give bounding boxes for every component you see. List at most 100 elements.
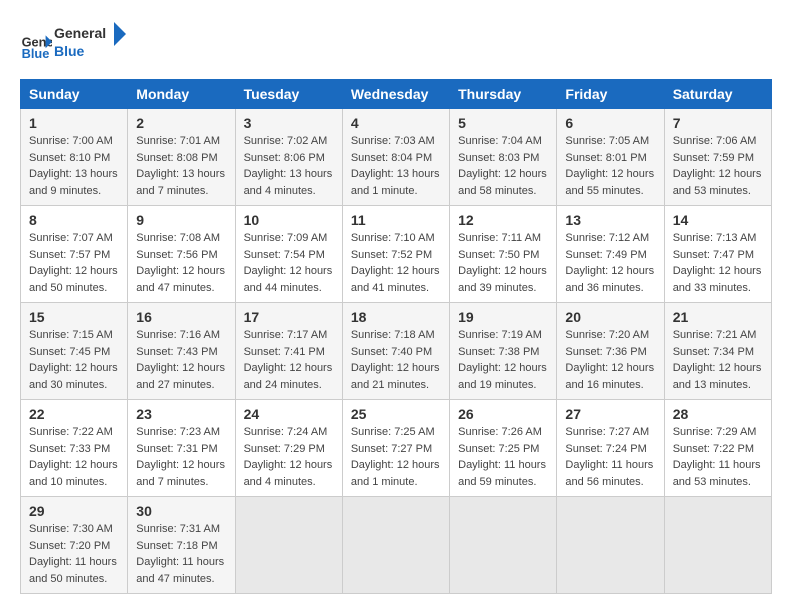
day-number: 14 bbox=[673, 212, 763, 228]
calendar-cell: 23 Sunrise: 7:23 AMSunset: 7:31 PMDaylig… bbox=[128, 400, 235, 497]
day-info: Sunrise: 7:15 AMSunset: 7:45 PMDaylight:… bbox=[29, 329, 118, 391]
day-info: Sunrise: 7:30 AMSunset: 7:20 PMDaylight:… bbox=[29, 523, 117, 585]
page-header: General Blue General Blue bbox=[20, 20, 772, 69]
col-header-monday: Monday bbox=[128, 80, 235, 109]
calendar-cell: 9 Sunrise: 7:08 AMSunset: 7:56 PMDayligh… bbox=[128, 206, 235, 303]
calendar-cell: 30 Sunrise: 7:31 AMSunset: 7:18 PMDaylig… bbox=[128, 497, 235, 594]
calendar-cell: 16 Sunrise: 7:16 AMSunset: 7:43 PMDaylig… bbox=[128, 303, 235, 400]
calendar-cell: 6 Sunrise: 7:05 AMSunset: 8:01 PMDayligh… bbox=[557, 109, 664, 206]
calendar-cell: 28 Sunrise: 7:29 AMSunset: 7:22 PMDaylig… bbox=[664, 400, 771, 497]
day-info: Sunrise: 7:06 AMSunset: 7:59 PMDaylight:… bbox=[673, 135, 762, 197]
calendar-cell: 12 Sunrise: 7:11 AMSunset: 7:50 PMDaylig… bbox=[450, 206, 557, 303]
day-number: 7 bbox=[673, 115, 763, 131]
day-number: 11 bbox=[351, 212, 441, 228]
day-number: 12 bbox=[458, 212, 548, 228]
calendar-cell: 1 Sunrise: 7:00 AMSunset: 8:10 PMDayligh… bbox=[21, 109, 128, 206]
day-info: Sunrise: 7:09 AMSunset: 7:54 PMDaylight:… bbox=[244, 232, 333, 294]
day-number: 29 bbox=[29, 503, 119, 519]
calendar-cell bbox=[450, 497, 557, 594]
calendar-week-4: 22 Sunrise: 7:22 AMSunset: 7:33 PMDaylig… bbox=[21, 400, 772, 497]
day-number: 16 bbox=[136, 309, 226, 325]
day-number: 2 bbox=[136, 115, 226, 131]
col-header-tuesday: Tuesday bbox=[235, 80, 342, 109]
day-info: Sunrise: 7:12 AMSunset: 7:49 PMDaylight:… bbox=[565, 232, 654, 294]
logo: General Blue General Blue bbox=[20, 20, 134, 69]
day-info: Sunrise: 7:04 AMSunset: 8:03 PMDaylight:… bbox=[458, 135, 547, 197]
day-number: 5 bbox=[458, 115, 548, 131]
day-info: Sunrise: 7:25 AMSunset: 7:27 PMDaylight:… bbox=[351, 426, 440, 488]
calendar-cell bbox=[342, 497, 449, 594]
calendar-week-3: 15 Sunrise: 7:15 AMSunset: 7:45 PMDaylig… bbox=[21, 303, 772, 400]
day-number: 26 bbox=[458, 406, 548, 422]
day-info: Sunrise: 7:13 AMSunset: 7:47 PMDaylight:… bbox=[673, 232, 762, 294]
calendar-cell: 13 Sunrise: 7:12 AMSunset: 7:49 PMDaylig… bbox=[557, 206, 664, 303]
day-number: 19 bbox=[458, 309, 548, 325]
calendar-cell: 26 Sunrise: 7:26 AMSunset: 7:25 PMDaylig… bbox=[450, 400, 557, 497]
general-blue-logo: General Blue bbox=[54, 20, 134, 64]
day-info: Sunrise: 7:18 AMSunset: 7:40 PMDaylight:… bbox=[351, 329, 440, 391]
day-info: Sunrise: 7:22 AMSunset: 7:33 PMDaylight:… bbox=[29, 426, 118, 488]
col-header-saturday: Saturday bbox=[664, 80, 771, 109]
day-number: 18 bbox=[351, 309, 441, 325]
col-header-thursday: Thursday bbox=[450, 80, 557, 109]
day-number: 15 bbox=[29, 309, 119, 325]
day-number: 22 bbox=[29, 406, 119, 422]
logo-icon: General Blue bbox=[20, 29, 52, 61]
day-number: 6 bbox=[565, 115, 655, 131]
day-info: Sunrise: 7:23 AMSunset: 7:31 PMDaylight:… bbox=[136, 426, 225, 488]
day-number: 1 bbox=[29, 115, 119, 131]
day-number: 3 bbox=[244, 115, 334, 131]
col-header-friday: Friday bbox=[557, 80, 664, 109]
calendar-cell: 29 Sunrise: 7:30 AMSunset: 7:20 PMDaylig… bbox=[21, 497, 128, 594]
calendar-table: SundayMondayTuesdayWednesdayThursdayFrid… bbox=[20, 79, 772, 594]
calendar-header-row: SundayMondayTuesdayWednesdayThursdayFrid… bbox=[21, 80, 772, 109]
day-info: Sunrise: 7:17 AMSunset: 7:41 PMDaylight:… bbox=[244, 329, 333, 391]
svg-text:Blue: Blue bbox=[22, 45, 50, 60]
calendar-cell: 22 Sunrise: 7:22 AMSunset: 7:33 PMDaylig… bbox=[21, 400, 128, 497]
calendar-week-2: 8 Sunrise: 7:07 AMSunset: 7:57 PMDayligh… bbox=[21, 206, 772, 303]
calendar-cell: 21 Sunrise: 7:21 AMSunset: 7:34 PMDaylig… bbox=[664, 303, 771, 400]
calendar-cell: 18 Sunrise: 7:18 AMSunset: 7:40 PMDaylig… bbox=[342, 303, 449, 400]
day-info: Sunrise: 7:11 AMSunset: 7:50 PMDaylight:… bbox=[458, 232, 547, 294]
calendar-cell: 24 Sunrise: 7:24 AMSunset: 7:29 PMDaylig… bbox=[235, 400, 342, 497]
calendar-cell: 20 Sunrise: 7:20 AMSunset: 7:36 PMDaylig… bbox=[557, 303, 664, 400]
day-number: 25 bbox=[351, 406, 441, 422]
calendar-week-5: 29 Sunrise: 7:30 AMSunset: 7:20 PMDaylig… bbox=[21, 497, 772, 594]
day-number: 9 bbox=[136, 212, 226, 228]
day-number: 4 bbox=[351, 115, 441, 131]
day-number: 28 bbox=[673, 406, 763, 422]
day-number: 8 bbox=[29, 212, 119, 228]
calendar-cell bbox=[664, 497, 771, 594]
calendar-cell: 19 Sunrise: 7:19 AMSunset: 7:38 PMDaylig… bbox=[450, 303, 557, 400]
day-number: 30 bbox=[136, 503, 226, 519]
day-info: Sunrise: 7:21 AMSunset: 7:34 PMDaylight:… bbox=[673, 329, 762, 391]
calendar-cell: 14 Sunrise: 7:13 AMSunset: 7:47 PMDaylig… bbox=[664, 206, 771, 303]
day-number: 13 bbox=[565, 212, 655, 228]
svg-text:Blue: Blue bbox=[54, 43, 85, 59]
day-info: Sunrise: 7:16 AMSunset: 7:43 PMDaylight:… bbox=[136, 329, 225, 391]
day-number: 27 bbox=[565, 406, 655, 422]
calendar-cell: 17 Sunrise: 7:17 AMSunset: 7:41 PMDaylig… bbox=[235, 303, 342, 400]
day-info: Sunrise: 7:26 AMSunset: 7:25 PMDaylight:… bbox=[458, 426, 546, 488]
day-info: Sunrise: 7:05 AMSunset: 8:01 PMDaylight:… bbox=[565, 135, 654, 197]
calendar-cell: 15 Sunrise: 7:15 AMSunset: 7:45 PMDaylig… bbox=[21, 303, 128, 400]
day-info: Sunrise: 7:08 AMSunset: 7:56 PMDaylight:… bbox=[136, 232, 225, 294]
calendar-cell: 8 Sunrise: 7:07 AMSunset: 7:57 PMDayligh… bbox=[21, 206, 128, 303]
day-info: Sunrise: 7:03 AMSunset: 8:04 PMDaylight:… bbox=[351, 135, 440, 197]
day-info: Sunrise: 7:24 AMSunset: 7:29 PMDaylight:… bbox=[244, 426, 333, 488]
day-info: Sunrise: 7:31 AMSunset: 7:18 PMDaylight:… bbox=[136, 523, 224, 585]
day-number: 21 bbox=[673, 309, 763, 325]
calendar-cell: 5 Sunrise: 7:04 AMSunset: 8:03 PMDayligh… bbox=[450, 109, 557, 206]
day-info: Sunrise: 7:07 AMSunset: 7:57 PMDaylight:… bbox=[29, 232, 118, 294]
day-info: Sunrise: 7:27 AMSunset: 7:24 PMDaylight:… bbox=[565, 426, 653, 488]
calendar-cell bbox=[235, 497, 342, 594]
calendar-cell bbox=[557, 497, 664, 594]
calendar-cell: 27 Sunrise: 7:27 AMSunset: 7:24 PMDaylig… bbox=[557, 400, 664, 497]
day-info: Sunrise: 7:19 AMSunset: 7:38 PMDaylight:… bbox=[458, 329, 547, 391]
svg-text:General: General bbox=[54, 25, 106, 41]
day-number: 20 bbox=[565, 309, 655, 325]
day-info: Sunrise: 7:00 AMSunset: 8:10 PMDaylight:… bbox=[29, 135, 118, 197]
calendar-cell: 2 Sunrise: 7:01 AMSunset: 8:08 PMDayligh… bbox=[128, 109, 235, 206]
calendar-week-1: 1 Sunrise: 7:00 AMSunset: 8:10 PMDayligh… bbox=[21, 109, 772, 206]
calendar-cell: 11 Sunrise: 7:10 AMSunset: 7:52 PMDaylig… bbox=[342, 206, 449, 303]
